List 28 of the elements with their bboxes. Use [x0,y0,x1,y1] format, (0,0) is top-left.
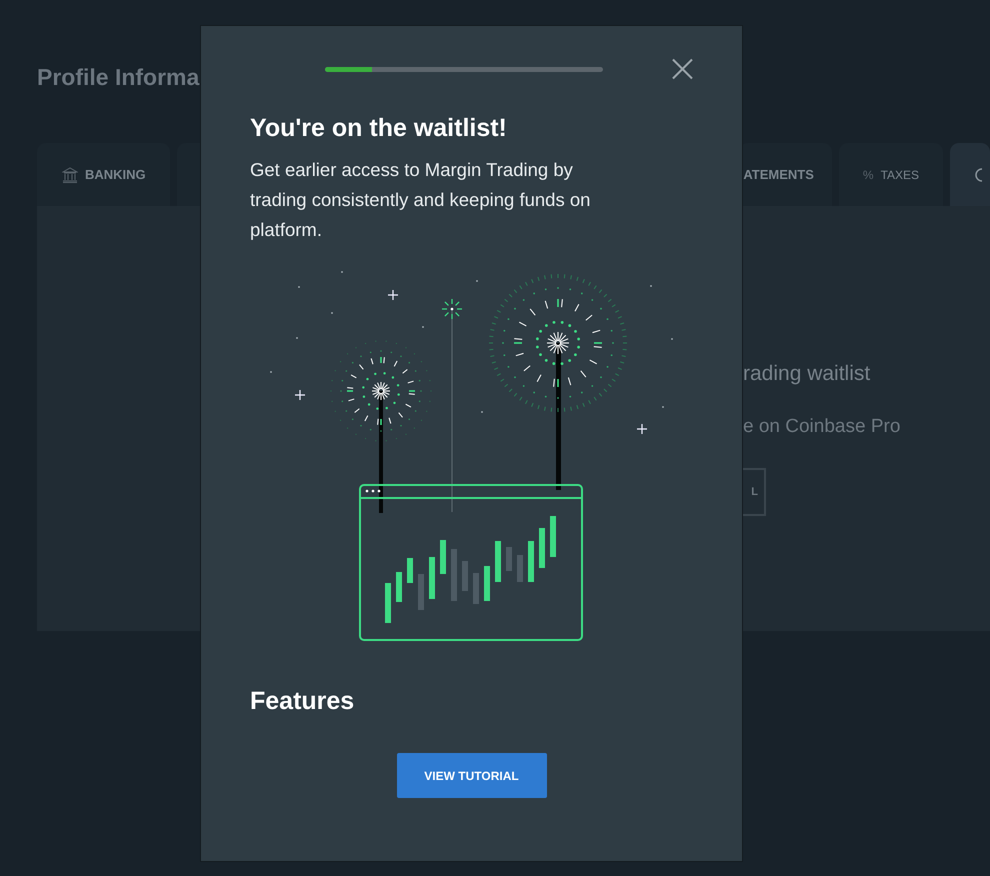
candle [484,566,490,601]
candle [440,540,446,574]
modal-title: You're on the waitlist! [250,114,507,143]
candle [517,555,523,582]
tab[interactable]: % TAXES [838,143,944,206]
tab[interactable]: BANKING [37,143,170,206]
candle [550,516,556,557]
candle [385,583,391,623]
candle [473,573,479,604]
close-icon[interactable] [672,58,693,80]
candle [462,561,468,591]
candle [407,558,413,583]
page-title: Profile Informa [37,64,200,91]
candle [539,528,545,568]
candle [429,557,435,599]
bank-icon [62,166,78,182]
candle [418,574,424,610]
features-heading: Features [250,687,354,716]
view-tutorial-button[interactable]: VIEW TUTORIAL [396,753,546,798]
panel-heading: rading waitlist [743,362,870,386]
candle [396,572,402,602]
percent-icon: % [862,168,874,182]
candle [528,541,534,582]
candle [451,549,457,601]
candle [506,547,512,571]
modal-body-text: Get earlier access to Margin Trading by trading consistently and keeping funds on platform. [250,158,592,242]
panel-text: e on Coinbase Pro [743,416,900,438]
candle [495,541,501,582]
